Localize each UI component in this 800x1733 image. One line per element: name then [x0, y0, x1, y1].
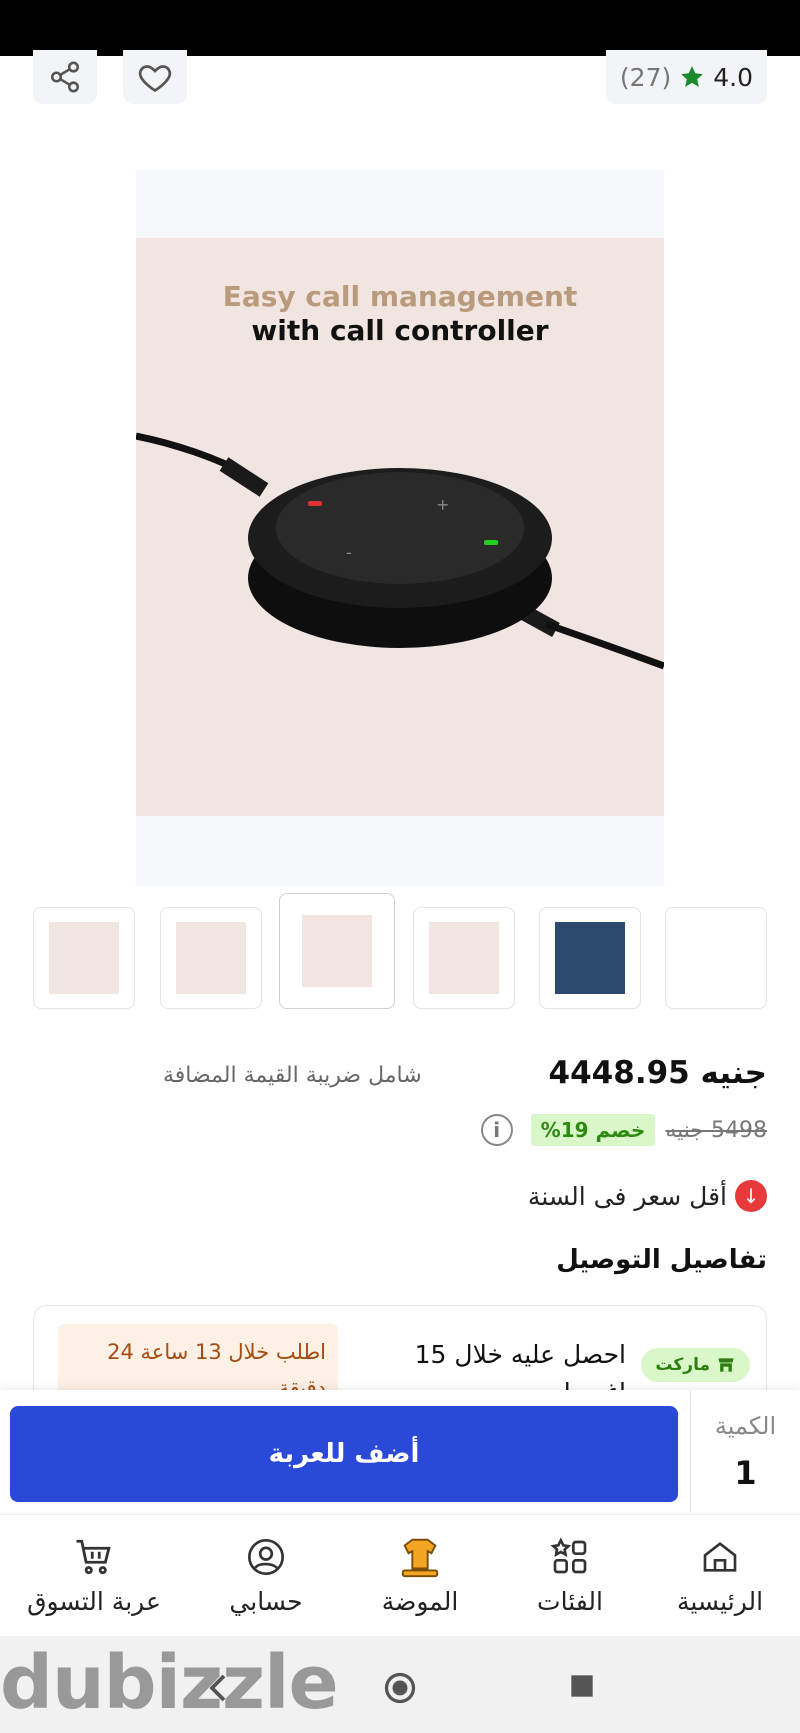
share-button[interactable] [33, 50, 97, 104]
nav-fashion[interactable]: الموضة [340, 1535, 500, 1616]
home-circle-icon[interactable] [382, 1670, 418, 1710]
quantity-selector[interactable]: الكمية 1 [690, 1390, 800, 1512]
nav-categories-label: الفئات [537, 1587, 603, 1616]
arrow-down-icon: ↓ [735, 1180, 767, 1212]
svg-text:+: + [436, 495, 449, 514]
status-bar [0, 0, 800, 56]
share-icon [50, 61, 80, 93]
rating-value: 4.0 [713, 62, 753, 92]
heart-icon [138, 65, 172, 93]
thumbnail-2[interactable] [160, 907, 262, 1009]
bottom-nav: الرئيسية الفئات الموضة حسابي عربة التسوق [0, 1514, 800, 1636]
top-actions: (27) 4.0 [0, 50, 800, 110]
fashion-icon [401, 1538, 439, 1578]
quantity-label: الكمية [714, 1412, 777, 1440]
thumbnail-1[interactable] [33, 907, 135, 1009]
thumbnail-image [555, 922, 625, 994]
nav-cart[interactable]: عربة التسوق [14, 1535, 174, 1616]
thumbnail-image [302, 915, 372, 987]
favorite-button[interactable] [123, 50, 187, 104]
discount-badge: خصم 19% [530, 1114, 656, 1146]
thumbnail-image [429, 922, 499, 994]
nav-account[interactable]: حسابي [186, 1535, 346, 1616]
thumbnail-image [176, 922, 246, 994]
current-price: جنيه 4448.95 [548, 1055, 767, 1091]
nav-cart-label: عربة التسوق [27, 1587, 161, 1616]
thumbnail-image [681, 922, 751, 994]
thumbnail-5[interactable] [539, 907, 641, 1009]
star-icon [681, 66, 704, 87]
old-price: 5498 جنيه [665, 1117, 767, 1143]
nav-fashion-label: الموضة [381, 1587, 459, 1616]
market-tag: ماركت [641, 1348, 750, 1382]
svg-text:-: - [346, 543, 352, 562]
nav-home-label: الرئيسية [676, 1587, 764, 1616]
lowest-price-note: ↓ أقل سعر فى السنة [528, 1180, 767, 1212]
account-icon [248, 1539, 284, 1575]
delivery-title: تفاصيل التوصيل [556, 1245, 767, 1275]
nav-home[interactable]: الرئيسية [640, 1535, 800, 1616]
quantity-value: 1 [734, 1454, 757, 1492]
thumbnail-6[interactable] [665, 907, 767, 1009]
lowest-price-text: أقل سعر فى السنة [527, 1181, 727, 1211]
home-icon [703, 1541, 737, 1572]
thumbnail-strip [33, 893, 767, 1011]
add-to-cart-button[interactable]: أضف للعربة [10, 1406, 678, 1502]
thumbnail-image [49, 922, 119, 994]
nav-categories[interactable]: الفئات [490, 1535, 650, 1616]
thumbnail-3-selected[interactable] [279, 893, 395, 1009]
cart-icon [76, 1539, 111, 1575]
call-controller-image: + - [136, 432, 664, 670]
price-row: جنيه 4448.95 شامل ضريبة القيمة المضافة [33, 1055, 767, 1099]
rating-pill[interactable]: (27) 4.0 [605, 50, 767, 104]
image-panel: Easy call management with call controlle… [136, 238, 664, 816]
market-tag-label: ماركت [655, 1355, 710, 1375]
main-product-image[interactable]: Easy call management with call controlle… [136, 170, 664, 886]
info-icon[interactable]: i [480, 1114, 513, 1146]
recents-icon[interactable] [566, 1670, 598, 1706]
dubizzle-watermark: dubizzle [0, 1640, 339, 1726]
cart-bar: أضف للعربة الكمية 1 [0, 1390, 800, 1512]
old-price-row: 5498 جنيه خصم 19% i [480, 1110, 767, 1150]
vat-note: شامل ضريبة القيمة المضافة [163, 1063, 422, 1088]
categories-icon [550, 1537, 587, 1574]
nav-account-label: حسابي [229, 1587, 303, 1616]
rating-count: (27) [619, 62, 672, 92]
store-icon [718, 1358, 734, 1372]
thumbnail-4[interactable] [413, 907, 515, 1009]
